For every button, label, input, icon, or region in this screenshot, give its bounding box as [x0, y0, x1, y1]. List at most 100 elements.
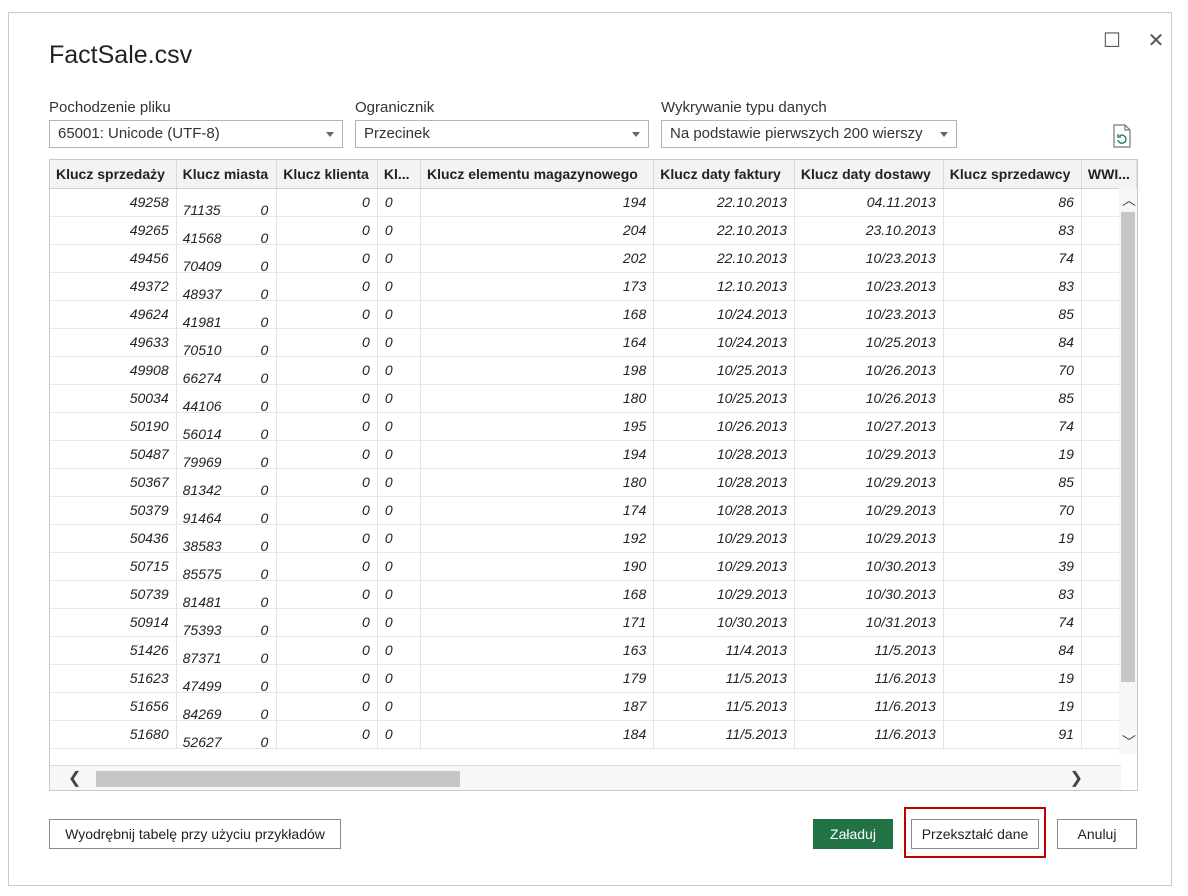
- table-cell: 171: [420, 608, 655, 637]
- table-cell: 0: [276, 412, 378, 441]
- table-cell: 0: [377, 328, 422, 357]
- close-icon[interactable]: ✕: [1143, 27, 1169, 53]
- table-cell: 50190: [50, 412, 177, 441]
- table-cell: 19: [943, 524, 1082, 553]
- table-cell: 10/30.2013: [794, 580, 944, 609]
- table-cell: 81342 0: [176, 468, 278, 497]
- table-row: 49372 48937 0 0 0 173 12.10.2013 10/23.2013 83: [50, 272, 1137, 301]
- table-cell: 70: [943, 356, 1082, 385]
- table-cell: 0: [276, 300, 378, 329]
- column-header[interactable]: Klucz sprzedawcy: [943, 160, 1082, 189]
- table-cell: 49633: [50, 328, 177, 357]
- refresh-preview-icon[interactable]: [1111, 124, 1133, 148]
- file-origin-select[interactable]: 65001: Unicode (UTF-8): [49, 120, 343, 148]
- vertical-scrollbar[interactable]: ︿ ﹀: [1119, 188, 1137, 754]
- cell-value: 47499: [182, 678, 222, 692]
- highlight-frame: [904, 807, 1046, 858]
- table-cell: 49372: [50, 272, 177, 301]
- delimiter-select[interactable]: Przecinek: [355, 120, 649, 148]
- horizontal-scroll-thumb[interactable]: [96, 771, 460, 787]
- table-cell: 192: [420, 524, 655, 553]
- table-cell: 204: [420, 216, 655, 245]
- table-cell: 0: [276, 664, 378, 693]
- table-cell: 75393 0: [176, 608, 278, 637]
- table-cell: 86: [943, 188, 1082, 217]
- table-cell: 85: [943, 384, 1082, 413]
- header-row: Klucz sprzedaży Klucz miasta Klucz klien…: [50, 160, 1137, 189]
- maximize-icon[interactable]: ☐: [1099, 27, 1125, 53]
- table-cell: 0: [276, 636, 378, 665]
- table-cell: 11/6.2013: [794, 692, 944, 721]
- preview-table: Klucz sprzedaży Klucz miasta Klucz klien…: [49, 159, 1138, 791]
- chevron-up-icon[interactable]: ︿: [1122, 190, 1136, 210]
- column-header[interactable]: Klucz elementu magazynowego: [420, 160, 655, 189]
- table-cell: 0: [377, 720, 422, 749]
- table-cell: 22.10.2013: [653, 244, 795, 273]
- table-cell: 51680: [50, 720, 177, 749]
- table-cell: 49908: [50, 356, 177, 385]
- table-cell: 10/23.2013: [794, 244, 944, 273]
- cell-value: 0: [260, 286, 269, 300]
- table-cell: 87371 0: [176, 636, 278, 665]
- column-header[interactable]: Klucz daty faktury: [653, 160, 795, 189]
- table-row: 50436 38583 0 0 0 192 10/29.2013 10/29.2013 19: [50, 524, 1137, 553]
- import-dialog: ☐ ✕ FactSale.csv Pochodzenie pliku 65001…: [8, 12, 1172, 886]
- chevron-down-icon[interactable]: ﹀: [1122, 732, 1136, 752]
- table-cell: 44106 0: [176, 384, 278, 413]
- cell-value: 66274: [182, 370, 222, 384]
- table-cell: 0: [377, 412, 422, 441]
- column-header[interactable]: WWI...: [1081, 160, 1137, 189]
- table-cell: 179: [420, 664, 655, 693]
- table-cell: 0: [276, 608, 378, 637]
- table-row: 50715 85575 0 0 0 190 10/29.2013 10/30.2013 39: [50, 552, 1137, 581]
- table-cell: 10/31.2013: [794, 608, 944, 637]
- vertical-scroll-thumb[interactable]: [1121, 212, 1135, 682]
- cell-value: 0: [260, 342, 269, 356]
- cell-value: 56014: [182, 426, 222, 440]
- table-cell: 0: [377, 524, 422, 553]
- table-row: 51656 84269 0 0 0 187 11/5.2013 11/6.2013 19: [50, 692, 1137, 721]
- load-button[interactable]: Załaduj: [813, 819, 893, 849]
- extract-table-button[interactable]: Wyodrębnij tabelę przy użyciu przykładów: [49, 819, 341, 849]
- horizontal-scrollbar[interactable]: ❮ ❯: [50, 765, 1121, 790]
- column-header[interactable]: Klucz sprzedaży: [50, 160, 177, 189]
- table-cell: 0: [377, 608, 422, 637]
- cell-value: 70510: [182, 342, 222, 356]
- table-cell: 10/26.2013: [653, 412, 795, 441]
- table-cell: 0: [276, 328, 378, 357]
- chevron-right-icon[interactable]: ❯: [1070, 768, 1083, 788]
- table-cell: 04.11.2013: [794, 188, 944, 217]
- chevron-left-icon[interactable]: ❮: [68, 768, 81, 788]
- cell-value: 41568: [182, 230, 222, 244]
- table-cell: 0: [276, 692, 378, 721]
- column-header[interactable]: Klucz daty dostawy: [794, 160, 944, 189]
- cancel-button[interactable]: Anuluj: [1057, 819, 1137, 849]
- cell-value: 71135: [182, 202, 221, 216]
- cell-value: 0: [260, 426, 269, 440]
- table-cell: 12.10.2013: [653, 272, 795, 301]
- column-header[interactable]: Klucz miasta: [176, 160, 278, 189]
- table-cell: 19: [943, 692, 1082, 721]
- cell-value: 0: [260, 258, 269, 272]
- table-cell: 70: [943, 496, 1082, 525]
- table-cell: 84: [943, 328, 1082, 357]
- cell-value: 87371: [182, 650, 222, 664]
- column-header[interactable]: Klucz klienta: [276, 160, 378, 189]
- column-header[interactable]: Kl...: [377, 160, 422, 189]
- table-cell: 50436: [50, 524, 177, 553]
- table-cell: 74: [943, 608, 1082, 637]
- table-cell: 190: [420, 552, 655, 581]
- cell-value: 0: [260, 202, 269, 216]
- table-cell: 10/29.2013: [653, 580, 795, 609]
- table-cell: 0: [276, 188, 378, 217]
- cell-value: 81481: [182, 594, 222, 608]
- table-cell: 10/29.2013: [794, 524, 944, 553]
- table-cell: 0: [377, 552, 422, 581]
- data-grid: Klucz sprzedaży Klucz miasta Klucz klien…: [50, 160, 1137, 749]
- cell-value: 38583: [182, 538, 222, 552]
- type-detection-select[interactable]: Na podstawie pierwszych 200 wierszy: [661, 120, 957, 148]
- table-cell: 163: [420, 636, 655, 665]
- table-cell: 164: [420, 328, 655, 357]
- table-cell: 10/28.2013: [653, 440, 795, 469]
- table-cell: 202: [420, 244, 655, 273]
